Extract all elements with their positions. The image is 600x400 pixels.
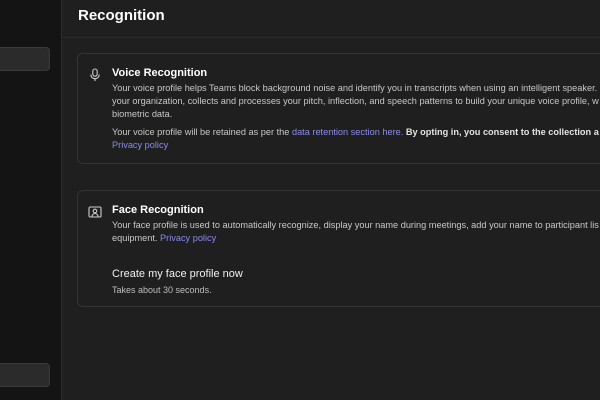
create-face-profile-subtitle: Takes about 30 seconds. [112,285,212,295]
sidebar-item-top[interactable] [0,47,50,71]
voice-privacy-row: Privacy policy [112,139,600,152]
left-sidebar [0,0,62,400]
microphone-icon [88,68,102,82]
sidebar-item-bottom[interactable] [0,363,50,387]
page-title: Recognition [78,7,165,24]
face-privacy-policy-link[interactable]: Privacy policy [160,233,216,243]
voice-recognition-title: Voice Recognition [112,67,208,79]
face-recognition-title: Face Recognition [112,204,204,216]
data-retention-link[interactable]: data retention section here. [292,127,403,137]
voice-privacy-policy-link[interactable]: Privacy policy [112,140,168,150]
voice-recognition-card: Voice Recognition Your voice profile hel… [77,53,600,164]
voice-description-line-2: your organization, collects and processe… [112,96,599,106]
voice-retention-text: Your voice profile will be retained as p… [112,126,600,139]
face-recognition-card: Face Recognition Your face profile is us… [77,190,600,307]
app-window: Recognition Voice Recognition Your voice… [0,0,600,400]
voice-consent-text: By opting in, you consent to the collect… [405,127,599,137]
voice-description-line-3: biometric data. [112,109,173,119]
page-header: Recognition [62,0,600,38]
voice-description-line-1: Your voice profile helps Teams block bac… [112,83,598,93]
face-description-line-2: equipment. Privacy policy [112,232,600,245]
face-description-line-1: Your face profile is used to automatical… [112,220,599,230]
create-face-profile-button[interactable]: Create my face profile now [112,268,243,280]
face-description-prefix: equipment. [112,233,158,243]
voice-retention-prefix: Your voice profile will be retained as p… [112,127,290,137]
face-id-icon [88,205,102,219]
